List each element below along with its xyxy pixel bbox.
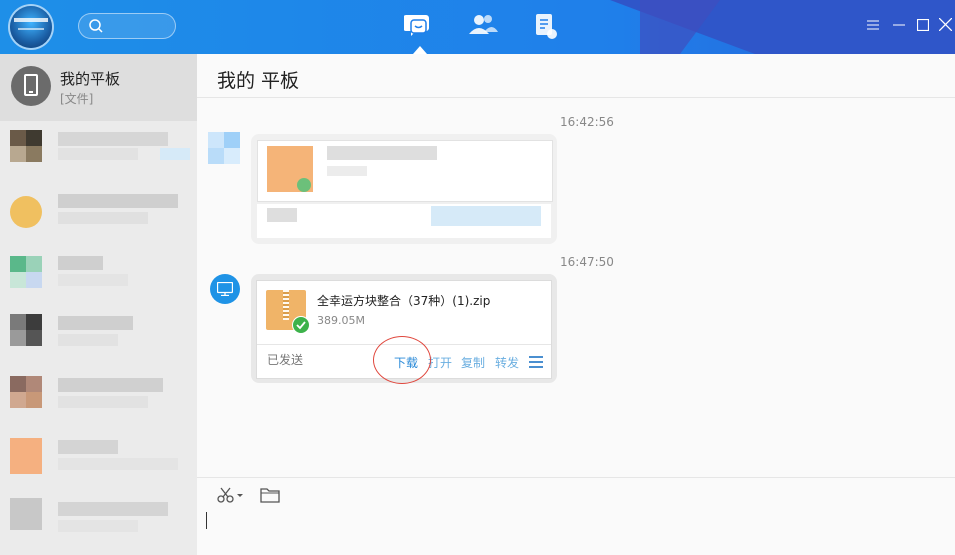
- contact-item-blurred[interactable]: [10, 432, 190, 482]
- check-icon: [292, 316, 310, 334]
- message-bubble-blurred[interactable]: [251, 134, 557, 244]
- divider: [197, 477, 955, 478]
- forward-button[interactable]: 转发: [495, 354, 519, 371]
- contact-name: 我的平板: [60, 70, 121, 88]
- title-bar: [0, 0, 955, 54]
- file-size: 389.05M: [317, 314, 365, 327]
- close-icon[interactable]: [935, 16, 955, 36]
- files-tab-icon[interactable]: [533, 12, 565, 44]
- menu-icon[interactable]: [863, 16, 883, 36]
- chat-panel: 我的 平板 16:42:56 16:47:50 全幸运方块整合（37种）(1).…: [197, 54, 955, 555]
- contact-item-blurred[interactable]: [10, 248, 190, 298]
- folder-icon[interactable]: [260, 486, 280, 508]
- open-button[interactable]: 打开: [428, 354, 452, 371]
- contact-item-blurred[interactable]: [10, 372, 190, 422]
- contact-item-blurred[interactable]: [10, 310, 190, 360]
- sender-avatar[interactable]: [210, 274, 240, 304]
- minimize-icon[interactable]: [889, 16, 909, 36]
- monitor-icon: [217, 282, 233, 296]
- message-timestamp: 16:47:50: [560, 255, 614, 269]
- active-tab-indicator: [413, 46, 427, 54]
- copy-button[interactable]: 复制: [461, 354, 485, 371]
- maximize-icon[interactable]: [913, 16, 933, 36]
- send-status: 已发送: [267, 353, 304, 367]
- more-menu-icon[interactable]: [529, 356, 543, 368]
- contact-list: 我的平板 [文件]: [0, 54, 197, 555]
- chat-title: 我的 平板: [217, 70, 300, 92]
- tablet-avatar-icon: [11, 66, 51, 106]
- text-cursor: [206, 512, 207, 529]
- contact-item-blurred[interactable]: [10, 494, 190, 544]
- screenshot-scissors-icon[interactable]: [217, 486, 245, 508]
- message-timestamp: 16:42:56: [560, 115, 614, 129]
- search-icon: [89, 19, 103, 33]
- contact-last-message: [文件]: [60, 92, 94, 106]
- highlight-annotation: [373, 336, 431, 384]
- sender-avatar-blurred[interactable]: [208, 132, 240, 164]
- zip-file-icon: [266, 290, 310, 334]
- file-name: 全幸运方块整合（37种）(1).zip: [317, 294, 491, 308]
- search-input[interactable]: [78, 13, 176, 39]
- user-avatar[interactable]: [10, 6, 52, 48]
- contacts-tab-icon[interactable]: [468, 12, 500, 44]
- contact-item-blurred[interactable]: [10, 122, 190, 172]
- contact-item-tablet[interactable]: 我的平板 [文件]: [0, 54, 197, 121]
- messages-tab-icon[interactable]: [404, 12, 436, 44]
- divider: [197, 97, 955, 98]
- contact-item-blurred[interactable]: [10, 186, 190, 236]
